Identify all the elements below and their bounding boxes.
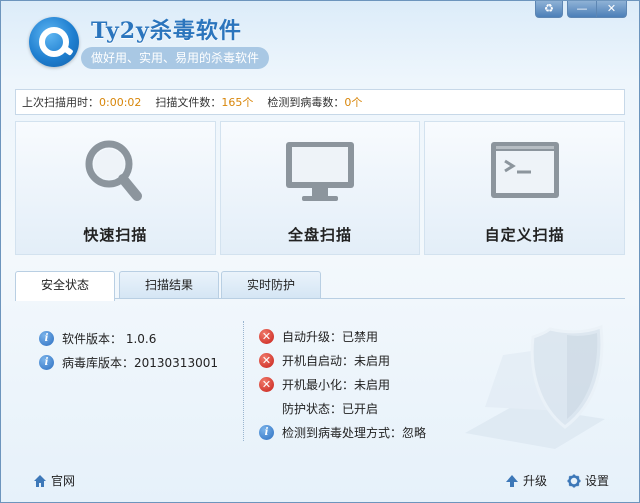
- arrow-up-icon: [505, 474, 519, 488]
- start-minimized-row: ✕ 开机最小化：未启用: [259, 373, 426, 395]
- protection-text: 防护状态：已开启: [282, 401, 379, 416]
- version-info: i 软件版本： 1.0.6 i 病毒库版本：20130313001: [39, 327, 218, 375]
- db-version-row: i 病毒库版本：20130313001: [39, 351, 218, 373]
- custom-scan-button[interactable]: 自定义扫描: [424, 121, 626, 255]
- protection-row: 防护状态：已开启: [259, 397, 426, 419]
- error-icon: ✕: [259, 352, 274, 368]
- website-label: 官网: [51, 474, 76, 488]
- virus-label: 检测到病毒数：: [267, 96, 345, 109]
- window-controls: ♻ — ✕: [535, 1, 627, 18]
- files-label: 扫描文件数：: [155, 96, 222, 109]
- skin-button[interactable]: ♻: [535, 1, 563, 18]
- settings-label: 设置: [585, 474, 610, 488]
- header: Ty2y杀毒软件 做好用、实用、易用的杀毒软件 ♻ — ✕: [1, 1, 639, 83]
- custom-scan-label: 自定义扫描: [484, 226, 565, 244]
- app-title: Ty2y杀毒软件: [91, 18, 242, 44]
- settings-button[interactable]: 设置: [567, 472, 609, 489]
- last-scan-label: 上次扫描用时：: [22, 96, 99, 109]
- last-scan-stat: 上次扫描用时：0:00:02: [22, 94, 141, 110]
- app-subtitle: 做好用、实用、易用的杀毒软件: [81, 47, 270, 69]
- tab-bar: 安全状态 扫描结果 实时防护: [15, 271, 625, 301]
- auto-update-text: 自动升级：已禁用: [282, 329, 379, 344]
- files-stat: 扫描文件数：165个: [155, 94, 253, 110]
- vertical-divider: [243, 321, 244, 441]
- security-status-panel: i 软件版本： 1.0.6 i 病毒库版本：20130313001 ✕ 自动升级…: [15, 299, 625, 459]
- auto-start-row: ✕ 开机自启动：未启用: [259, 349, 426, 371]
- quick-scan-button[interactable]: 快速扫描: [15, 121, 216, 255]
- shield-laptop-watermark-icon: [455, 315, 615, 455]
- software-version-text: 软件版本： 1.0.6: [62, 331, 157, 346]
- scan-panel: 快速扫描 全盘扫描 自定义扫描: [15, 121, 626, 255]
- tab-scan-results[interactable]: 扫描结果: [119, 271, 219, 299]
- error-icon: ✕: [259, 328, 274, 344]
- app-logo-icon: [29, 17, 79, 67]
- tab-security-status[interactable]: 安全状态: [15, 271, 115, 301]
- auto-update-row: ✕ 自动升级：已禁用: [259, 325, 426, 347]
- start-minimized-text: 开机最小化：未启用: [282, 377, 391, 392]
- virus-action-row: i 检测到病毒处理方式：忽略: [259, 421, 426, 443]
- full-scan-label: 全盘扫描: [288, 226, 353, 244]
- blank-icon: [259, 401, 274, 416]
- monitor-icon: [280, 136, 360, 224]
- db-version-text: 病毒库版本：20130313001: [62, 355, 218, 370]
- info-icon: i: [259, 424, 274, 440]
- website-link[interactable]: 官网: [33, 472, 75, 489]
- error-icon: ✕: [259, 376, 274, 392]
- info-icon: i: [39, 330, 54, 346]
- upgrade-label: 升级: [523, 474, 548, 488]
- quick-scan-label: 快速扫描: [83, 226, 148, 244]
- upgrade-button[interactable]: 升级: [505, 472, 547, 489]
- last-scan-value: 0:00:02: [99, 96, 142, 109]
- magnifier-icon: [75, 136, 155, 224]
- virus-value: 0个: [344, 96, 363, 109]
- footer-bar: 官网 升级 设置: [1, 463, 639, 501]
- full-scan-button[interactable]: 全盘扫描: [219, 121, 421, 255]
- minimize-button[interactable]: —: [567, 1, 597, 18]
- files-value: 165个: [221, 96, 254, 109]
- tab-realtime-protection[interactable]: 实时防护: [221, 271, 321, 299]
- gear-icon: [567, 474, 581, 488]
- close-button[interactable]: ✕: [597, 1, 627, 18]
- terminal-icon: [485, 136, 565, 224]
- auto-start-text: 开机自启动：未启用: [282, 353, 391, 368]
- info-icon: i: [39, 354, 54, 370]
- virus-stat: 检测到病毒数：0个: [267, 94, 362, 110]
- software-version-row: i 软件版本： 1.0.6: [39, 327, 218, 349]
- status-list: ✕ 自动升级：已禁用 ✕ 开机自启动：未启用 ✕ 开机最小化：未启用 防护状态：…: [259, 325, 426, 445]
- home-icon: [33, 474, 47, 488]
- virus-action-text: 检测到病毒处理方式：忽略: [282, 425, 427, 440]
- window-button-group: — ✕: [567, 1, 627, 18]
- main-window: Ty2y杀毒软件 做好用、实用、易用的杀毒软件 ♻ — ✕ 上次扫描用时：0:0…: [0, 0, 640, 503]
- scan-stats-bar: 上次扫描用时：0:00:02 扫描文件数：165个 检测到病毒数：0个: [15, 89, 625, 115]
